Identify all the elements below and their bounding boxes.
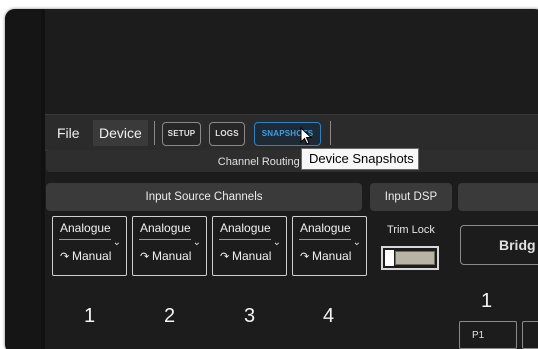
underline [219,239,271,240]
bridge-button[interactable]: Bridg [460,225,538,265]
channel-source-label: Analogue [220,221,271,235]
channel-mode[interactable]: ↷ Manual [220,249,271,263]
channel-source-label: Analogue [60,221,111,235]
output-header [458,183,538,211]
toggle-knob [385,250,394,266]
channel-1-source-select[interactable]: Analogue ⌄ ↷ Manual [52,216,127,276]
left-panel [5,9,41,349]
input-source-header: Input Source Channels [46,183,362,211]
channel-mode-label: Manual [312,249,352,263]
bridge-number: 1 [481,290,493,312]
tooltip: Device Snapshots [301,148,419,170]
channel-mode-label: Manual [152,249,192,263]
chevron-down-icon[interactable]: ⌄ [353,237,361,248]
channel-mode-label: Manual [232,249,272,263]
p2-button[interactable] [522,321,538,349]
channel-4-source-select[interactable]: Analogue ⌄ ↷ Manual [292,216,367,276]
trim-lock-label: Trim Lock [387,224,435,236]
p1-button[interactable]: P1 [459,321,517,349]
manual-icon: ↷ [140,251,150,263]
input-dsp-header: Input DSP [370,183,452,211]
channel-mode[interactable]: ↷ Manual [140,249,191,263]
setup-button[interactable]: SETUP [162,122,201,146]
underline [139,239,191,240]
channel-mode-label: Manual [72,249,112,263]
mouse-cursor-icon [300,126,314,152]
chevron-down-icon[interactable]: ⌄ [113,237,121,248]
channel-number: 3 [244,305,256,327]
menu-bar: File Device SETUP LOGS SNAPSHOTS [45,114,538,151]
toolbar-separator [330,121,331,145]
underline [59,239,111,240]
manual-icon: ↷ [300,251,310,263]
panel-divider [41,9,45,349]
chevron-down-icon[interactable]: ⌄ [273,237,281,248]
toolbar-separator [154,121,155,145]
channel-mode[interactable]: ↷ Manual [60,249,111,263]
trim-lock-toggle[interactable] [381,246,439,270]
channel-number: 1 [84,305,96,327]
menu-file[interactable]: File [51,120,86,146]
channel-source-label: Analogue [140,221,191,235]
logs-button[interactable]: LOGS [209,122,245,146]
toggle-track [395,251,435,265]
channel-2-source-select[interactable]: Analogue ⌄ ↷ Manual [132,216,207,276]
channel-source-label: Analogue [300,221,351,235]
channel-number: 4 [323,305,335,327]
menu-device[interactable]: Device [93,120,148,146]
channel-number: 2 [164,305,176,327]
channel-mode[interactable]: ↷ Manual [300,249,351,263]
underline [299,239,351,240]
chevron-down-icon[interactable]: ⌄ [193,237,201,248]
section-header: Channel Routing Configuration [46,150,538,172]
channel-3-source-select[interactable]: Analogue ⌄ ↷ Manual [212,216,287,276]
manual-icon: ↷ [220,251,230,263]
app-window: File Device SETUP LOGS SNAPSHOTS [5,9,538,349]
manual-icon: ↷ [60,251,70,263]
